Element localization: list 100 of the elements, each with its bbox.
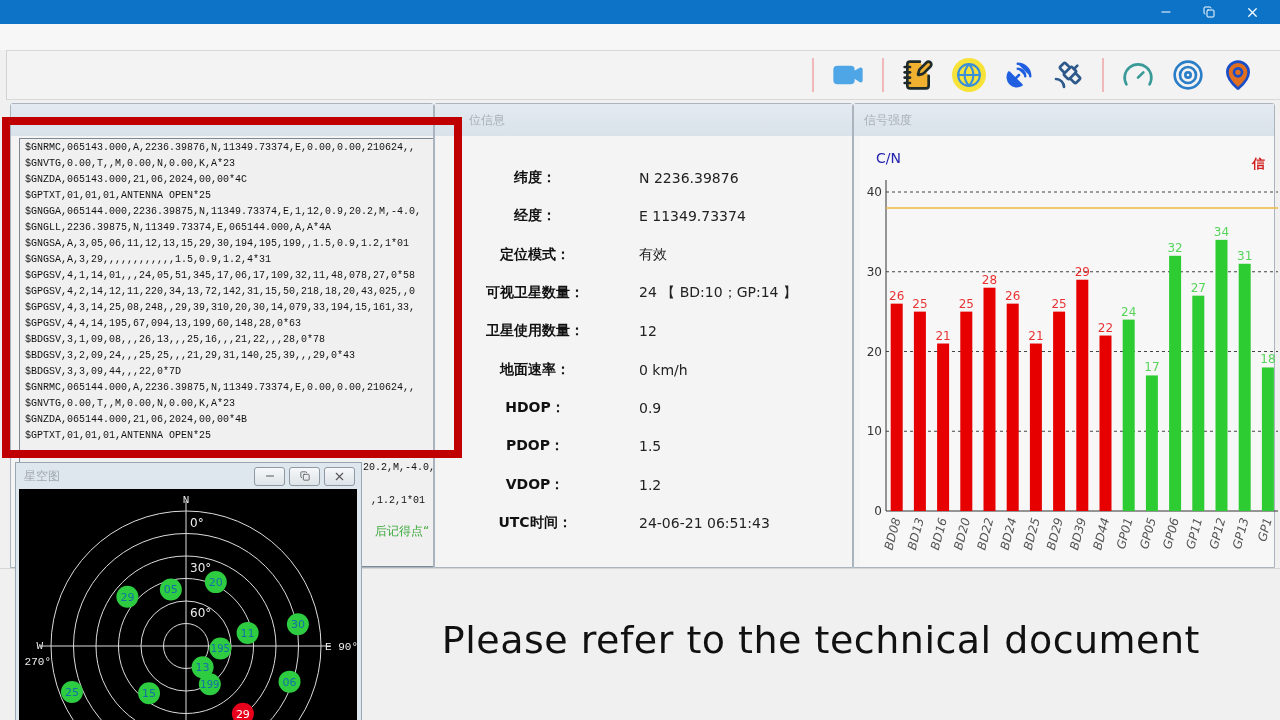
nmea-line: $GNZDA,065143.000,21,06,2024,00,00*4C — [25, 173, 248, 187]
nmea-line: ,1.2,1*01 — [371, 494, 425, 508]
field-value: N 2236.39876 — [638, 170, 740, 187]
tick-label: 40 — [866, 185, 882, 199]
map-icon[interactable] — [952, 58, 986, 92]
category-label: BD20 — [951, 516, 974, 552]
bar-value-label: 26 — [889, 288, 905, 303]
satellite-label: 06 — [282, 675, 297, 689]
tick-label: 20 — [866, 344, 882, 359]
nmea-line: $GNRMC,065144.000,A,2236.39875,N,11349.73374,E,0.00,0.00,210624,, — [25, 381, 416, 395]
category-label: BD16 — [928, 516, 950, 552]
category-label: GP12 — [1206, 516, 1229, 551]
satellite-label: 195 — [210, 643, 230, 655]
satellite-label: 20 — [208, 576, 223, 590]
satellite-label: 05 — [163, 583, 178, 597]
bar-value-label: 25 — [1051, 296, 1067, 311]
category-label: GP13 — [1229, 516, 1252, 551]
nmea-line: $GPTXT,01,01,01,ANTENNA OPEN*25 — [25, 429, 212, 443]
field-label: UTC时间： — [497, 513, 573, 532]
bar-value-label: 28 — [981, 272, 998, 287]
notepad-icon[interactable] — [902, 59, 934, 91]
category-label: BD39 — [1067, 516, 1090, 552]
nmea-line: $GNRMC,065143.000,A,2236.39876,N,11349.73374,E,0.00,0.00,210624,, — [25, 141, 416, 155]
field-label: 卫星使用数量： — [485, 322, 585, 341]
nmea-line: $GNZDA,065144.000,21,06,2024,00,00*4B — [25, 413, 248, 427]
field-label: VDOP： — [504, 475, 566, 494]
satellite-label: 30 — [290, 618, 305, 632]
bar-value-label: 17 — [1144, 360, 1160, 375]
bar-value-label: 29 — [1074, 264, 1090, 279]
nmea-line: $GPGSV,4,3,14,25,08,248,,29,39,310,20,30,14,079,33,194,15,161,33, — [25, 301, 416, 315]
nmea-line: $GPGSV,4,4,14,195,67,094,13,199,60,148,28,0*63 — [25, 317, 302, 331]
compass-label: E 90° — [325, 641, 357, 653]
nmea-line: $GNGSA,A,3,05,06,11,12,13,15,29,30,194,195,199,,1.5,0.9,1.2,1*01 — [25, 237, 410, 251]
category-label: BD08 — [881, 516, 904, 552]
bar-value-label: 27 — [1190, 280, 1206, 295]
nmea-line: $BDGSV,3,2,09,24,,,25,25,,,21,29,31,140,25,39,,,29,0*43 — [25, 349, 356, 363]
nmea-line: $GNVTG,0.00,T,,M,0.00,N,0.00,K,A*23 — [25, 397, 236, 411]
field-value: 0.9 — [638, 399, 663, 416]
field-label: 纬度： — [513, 169, 557, 188]
nmea-line: $GPTXT,01,01,01,ANTENNA OPEN*25 — [25, 189, 212, 203]
minimize-button[interactable] — [254, 466, 285, 486]
bar-value-label: 25 — [912, 296, 928, 311]
category-label: BD13 — [904, 516, 927, 552]
satellite-label: 15 — [142, 687, 157, 701]
field-label: 定位模式： — [499, 245, 571, 264]
window-title: 星空图 — [24, 467, 61, 485]
category-label: BD44 — [1090, 516, 1113, 552]
caption: Please refer to the technical document — [441, 617, 1200, 664]
field-value: 12 — [638, 323, 658, 340]
bar-value-label: 26 — [1005, 288, 1021, 303]
satellite-label: 29 — [120, 590, 135, 604]
nmea-line: 20.2,M,-4.0, — [363, 461, 433, 475]
field-label: HDOP： — [504, 398, 566, 417]
nmea-line: $GNGSA,A,3,29,,,,,,,,,,,,1.5,0.9,1.2,4*31 — [25, 253, 272, 267]
satellite-label: 11 — [240, 626, 255, 640]
category-label: GP1 — [1255, 516, 1275, 544]
restore-icon — [299, 471, 310, 481]
bar-value-label: 25 — [958, 296, 974, 311]
category-label: BD22 — [974, 516, 997, 552]
tick-label: 0 — [874, 504, 882, 518]
bar-value-label: 31 — [1237, 248, 1253, 263]
elevation-label: 30° — [190, 561, 212, 575]
field-value: 24 【 BD:10；GP:14 】 — [638, 284, 798, 303]
field-value: 24-06-21 06:51:43 — [638, 514, 771, 531]
field-label: 可视卫星数量： — [485, 284, 585, 303]
tick-label: 10 — [866, 424, 882, 439]
bar-value-label: 18 — [1260, 352, 1276, 367]
satellite-label: 13 — [195, 661, 210, 675]
nmea-line: $GNGGA,065144.000,2236.39875,N,11349.73374,E,1,12,0.9,20.2,M,-4.0, — [25, 205, 422, 219]
category-label: GP06 — [1160, 516, 1182, 551]
satellite-dish-icon[interactable] — [1004, 60, 1034, 90]
restore-icon[interactable] — [1203, 6, 1215, 18]
category-label: GP05 — [1137, 516, 1159, 551]
field-label: 经度： — [513, 207, 557, 226]
field-value: E 11349.73374 — [638, 208, 747, 225]
field-value: 0 km/h — [638, 361, 689, 378]
field-value: 1.5 — [638, 438, 663, 455]
close-button[interactable] — [324, 466, 355, 486]
bar-value-label: 21 — [935, 328, 951, 343]
bar-value-label: 24 — [1121, 304, 1137, 319]
satellite-icon[interactable] — [1052, 59, 1084, 91]
nmea-line: $GNGLL,2236.39875,N,11349.73374,E,065144.000,A,A*4A — [25, 221, 332, 235]
field-value: 有效 — [638, 245, 668, 264]
bar-value-label: 22 — [1097, 320, 1114, 335]
axis-label: C/N — [876, 150, 901, 166]
compass-label: N — [182, 494, 190, 506]
bar-value-label: 32 — [1167, 240, 1183, 255]
elevation-label: 0° — [190, 516, 204, 530]
field-label: 地面速率： — [498, 360, 571, 379]
satellite-label: 29 — [235, 707, 250, 720]
category-label: GP01 — [1113, 516, 1136, 551]
compass-label: W — [36, 640, 43, 652]
target-icon[interactable] — [1172, 59, 1204, 91]
restore-button[interactable] — [289, 466, 320, 486]
tick-label: 30 — [866, 264, 882, 279]
satellite-label: 199 — [200, 679, 220, 691]
nmea-line: $GPGSV,4,2,14,12,11,220,34,13,72,142,31,15,50,218,18,20,43,025,,0 — [25, 285, 416, 299]
status-text: 后记得点“ — [375, 523, 431, 540]
legend-label: 信 — [1252, 156, 1265, 171]
nmea-line: $BDGSV,3,1,09,08,,,26,13,,,25,16,,,21,22,,,28,0*78 — [25, 333, 326, 347]
